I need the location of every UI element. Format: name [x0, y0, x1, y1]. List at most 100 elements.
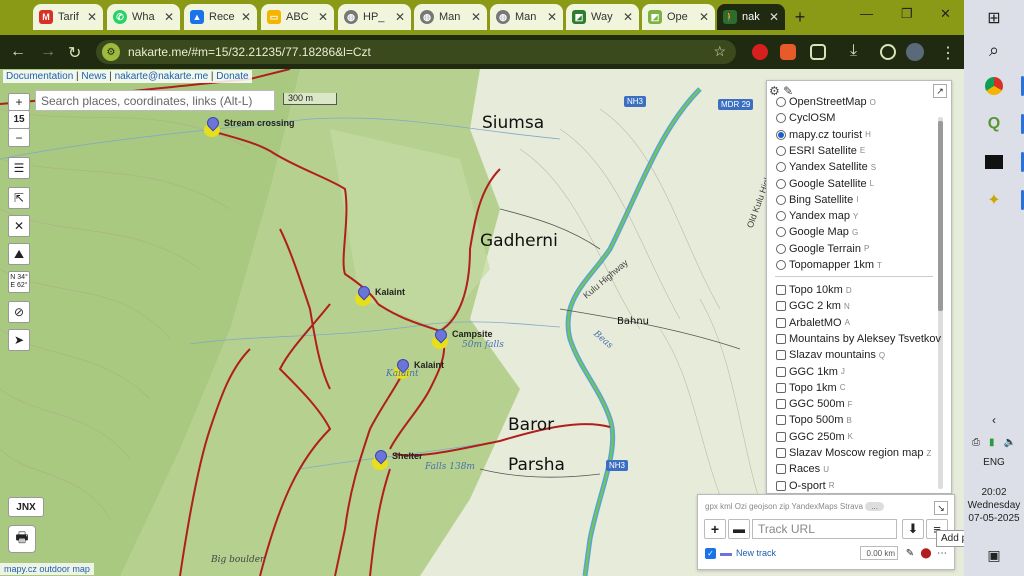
overlay-option[interactable]: Slazav Moscow region map Z	[776, 445, 931, 461]
menu-kebab-icon[interactable]: ⋮	[940, 43, 956, 63]
overlay-option[interactable]: GGC 250m K	[776, 429, 853, 445]
base-layer-option[interactable]: Yandex map Y	[776, 208, 858, 224]
close-tab-icon[interactable]: ✕	[395, 10, 405, 24]
tab-drive[interactable]: ▲ Rece ✕	[184, 4, 257, 30]
elevation-icon[interactable]: ⛰	[8, 243, 30, 265]
checkbox[interactable]	[776, 382, 786, 393]
radio-button[interactable]	[776, 129, 786, 140]
tab-gmail[interactable]: M Tarif ✕	[33, 4, 103, 30]
radio-button[interactable]	[776, 260, 786, 270]
expand-icon[interactable]: ↗	[933, 84, 947, 98]
address-bar[interactable]: ⚙ nakarte.me/#m=15/32.21235/77.18286&l=C…	[96, 40, 736, 64]
layers-menu-icon[interactable]: ☰	[8, 157, 30, 179]
radio-button[interactable]	[776, 97, 786, 107]
overlay-option[interactable]: Topo 1km C	[776, 380, 845, 396]
checkbox[interactable]	[776, 301, 786, 312]
checkbox[interactable]	[776, 350, 786, 361]
base-layer-option[interactable]: ESRI Satellite E	[776, 143, 865, 159]
overlay-option[interactable]: Topo 10km D	[776, 282, 852, 298]
radio-button[interactable]	[776, 243, 786, 254]
notifications-icon[interactable]: ▣	[982, 543, 1006, 567]
overlay-option[interactable]: Races U	[776, 461, 829, 477]
waypoint-marker[interactable]	[204, 114, 222, 137]
locate-icon[interactable]: ➤	[8, 329, 30, 351]
edit-track-icon[interactable]: ✎	[903, 546, 917, 560]
tab-waymarked[interactable]: ◩ Way ✕	[566, 4, 639, 30]
radio-button[interactable]	[776, 145, 786, 156]
base-layer-option[interactable]: Bing Satellite I	[776, 192, 858, 208]
track-url-input[interactable]: Track URL	[752, 519, 897, 539]
close-tab-icon[interactable]: ✕	[547, 10, 557, 24]
checkbox[interactable]	[776, 333, 786, 344]
close-tab-icon[interactable]: ✕	[769, 10, 779, 24]
radio-button[interactable]	[776, 211, 786, 222]
back-icon[interactable]: ←	[10, 43, 26, 61]
app-icon[interactable]: ✦	[982, 188, 1024, 212]
coordinates-button[interactable]: N 34° E 62°	[8, 271, 30, 293]
close-window-button[interactable]: ✕	[940, 6, 951, 22]
qgis-icon[interactable]: Q	[982, 112, 1024, 136]
checkbox[interactable]	[776, 415, 786, 426]
chevron-up-icon[interactable]: ‹	[982, 408, 1006, 432]
print-icon[interactable]: 🖶	[8, 525, 36, 553]
base-layer-option[interactable]: Google Terrain P	[776, 241, 869, 257]
minimize-button[interactable]: —	[860, 6, 873, 21]
waypoint-marker[interactable]	[355, 283, 373, 306]
forward-icon[interactable]: →	[40, 43, 56, 61]
chrome-icon[interactable]	[982, 74, 1024, 98]
email-link[interactable]: nakarte@nakarte.me	[115, 71, 209, 82]
close-tab-icon[interactable]: ✕	[318, 10, 328, 24]
zoom-out-button[interactable]: −	[8, 129, 30, 147]
measure-tool-icon[interactable]: ✕	[8, 215, 30, 237]
site-info-icon[interactable]: ⚙	[102, 43, 120, 61]
new-track-button[interactable]: +	[704, 519, 726, 539]
radio-button[interactable]	[776, 194, 786, 205]
checkbox[interactable]	[776, 366, 786, 377]
layers-scrollbar[interactable]	[938, 117, 943, 489]
overlay-option[interactable]: GGC 1km J	[776, 364, 845, 380]
radio-button[interactable]	[776, 178, 786, 189]
documentation-link[interactable]: Documentation	[6, 71, 73, 82]
waypoint-marker[interactable]	[372, 447, 390, 470]
extension-pin-icon[interactable]	[780, 44, 796, 60]
bookmark-star-icon[interactable]: ☆	[713, 43, 726, 60]
overlay-option[interactable]: Slazav mountains Q	[776, 347, 885, 363]
checkbox[interactable]	[776, 448, 786, 458]
track-visible-checkbox[interactable]: ✓	[705, 548, 716, 559]
track-color-swatch[interactable]	[720, 553, 732, 556]
radio-button[interactable]	[776, 227, 786, 238]
base-layer-option[interactable]: mapy.cz tourist H	[776, 127, 871, 143]
base-layer-option[interactable]: Google Map G	[776, 224, 858, 240]
adblock-icon[interactable]	[752, 44, 768, 60]
tab-man-1[interactable]: ◍ Man ✕	[414, 4, 487, 30]
checkbox[interactable]	[776, 285, 786, 295]
base-layer-option[interactable]: Yandex Satellite S	[776, 159, 876, 175]
close-tab-icon[interactable]: ✕	[87, 10, 97, 24]
checkbox[interactable]	[776, 464, 786, 475]
open-external-icon[interactable]: ⇱	[8, 187, 30, 209]
overlay-option[interactable]: Mountains by Aleksey Tsvetkov	[776, 331, 944, 347]
tab-hp[interactable]: ◍ HP_ ✕	[338, 4, 411, 30]
close-tab-icon[interactable]: ✕	[623, 10, 633, 24]
radio-button[interactable]	[776, 113, 786, 124]
overlay-option[interactable]: GGC 500m F	[776, 396, 853, 412]
expand-icon[interactable]: ↘	[934, 501, 948, 515]
tray-icons[interactable]: ⎙ ▮ 🔈	[972, 430, 1016, 454]
terminal-icon[interactable]	[982, 150, 1024, 174]
checkbox[interactable]	[776, 399, 786, 410]
track-name[interactable]: New track	[736, 548, 776, 558]
tab-man-2[interactable]: ◍ Man ✕	[490, 4, 563, 30]
performance-icon[interactable]	[880, 44, 896, 60]
tab-nakarte[interactable]: 🚶 nak ✕	[717, 4, 785, 30]
search-icon[interactable]: ⌕	[982, 38, 1006, 62]
windows-start-icon[interactable]: ⊞	[982, 6, 1006, 30]
new-tab-button[interactable]: +	[789, 6, 811, 28]
jnx-button[interactable]: JNX	[8, 497, 44, 517]
overlay-option[interactable]: O-sport R	[776, 478, 834, 493]
input-language[interactable]: ENG	[964, 457, 1024, 468]
download-track-icon[interactable]: ⬇	[902, 519, 924, 539]
radio-button[interactable]	[776, 162, 786, 173]
close-tab-icon[interactable]: ✕	[241, 10, 251, 24]
base-layer-option[interactable]: Google Satellite L	[776, 176, 874, 192]
checkbox[interactable]	[776, 480, 786, 491]
